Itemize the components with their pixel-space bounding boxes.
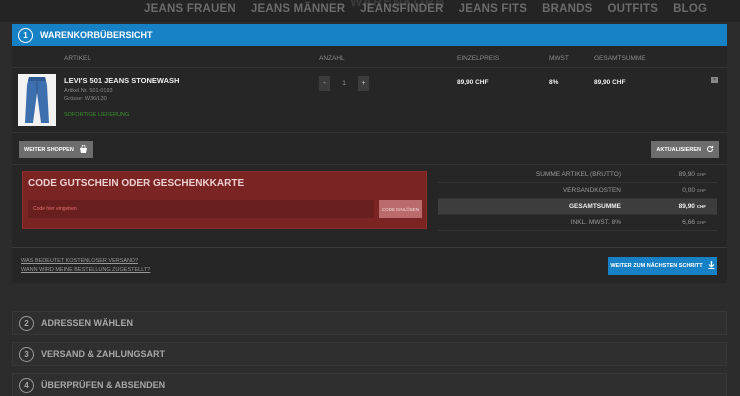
vat-rate: 8% [549, 79, 559, 86]
col-artikel: ARTIKEL [64, 55, 91, 62]
product-size: Grösse: W36/L30 [64, 96, 107, 102]
coupon-code-input[interactable]: Code hier eingeben [28, 200, 374, 218]
step-3-header[interactable]: 3 VERSAND & ZAHLUNGSART [12, 342, 727, 366]
totals-label: SUMME ARTIKEL (BRUTTO) [535, 171, 621, 178]
continue-shopping-label: WEITER SHOPPEN [24, 146, 74, 153]
cart-body: ARTIKEL ANZAHL EINZELPREIS MWST GESAMTSU… [12, 46, 727, 283]
refresh-icon [706, 145, 714, 155]
coupon-title: CODE GUTSCHEIN ODER GESCHENKKARTE [28, 178, 245, 189]
step-2-header[interactable]: 2 ADRESSEN WÄHLEN [12, 311, 727, 335]
continue-shopping-button[interactable]: WEITER SHOPPEN [19, 141, 93, 158]
col-einzelpreis: EINZELPREIS [457, 55, 500, 62]
qty-minus-button[interactable]: - [319, 76, 330, 91]
product-title[interactable]: LEVI'S 501 JEANS STONEWASH [64, 76, 179, 85]
unit-price: 89,90 CHF [457, 79, 489, 86]
totals-label: INKL. MWST. 8% [570, 219, 621, 226]
nav-link-jeansfinder[interactable]: JEANSFINDER [360, 3, 443, 15]
top-navigation: WARENKORB JEANS FRAUEN JEANS MÄNNER JEAN… [0, 0, 740, 22]
step-title: VERSAND & ZAHLUNGSART [41, 349, 166, 359]
update-cart-label: AKTUALISIEREN [656, 146, 701, 153]
step-4-header[interactable]: 4 ÜBERPRÜFEN & ABSENDEN [12, 373, 727, 396]
col-gesamtsumme: GESAMTSUMME [594, 55, 646, 62]
product-article-number: Artikel Nr. 501-0193 [64, 88, 113, 94]
delivery-info-link[interactable]: WANN WIRD MEINE BESTELLUNG ZUGESTELLT? [21, 267, 150, 273]
totals-label: VERSANDKOSTEN [562, 187, 621, 194]
free-shipping-info-link[interactable]: WAS BEDEUTET KOSTENLOSER VERSAND? [21, 258, 138, 264]
step-number: 4 [19, 377, 34, 393]
remove-item-icon[interactable]: × [711, 77, 718, 83]
column-headers: ARTIKEL ANZAHL EINZELPREIS MWST GESAMTSU… [12, 46, 727, 68]
shopping-bag-icon [79, 144, 88, 155]
quantity-stepper: - 1 + [319, 76, 369, 91]
nav-links: JEANS FRAUEN JEANS MÄNNER JEANSFINDER JE… [144, 3, 707, 15]
qty-input[interactable]: 1 [336, 80, 352, 87]
step-title: ADRESSEN WÄHLEN [41, 318, 134, 328]
next-step-button[interactable]: WEITER ZUM NÄCHSTEN SCHRITT [608, 257, 717, 275]
info-row: WAS BEDEUTET KOSTENLOSER VERSAND? WANN W… [12, 247, 727, 283]
step-number: 1 [18, 27, 33, 43]
nav-link-brands[interactable]: BRANDS [542, 3, 592, 15]
redeem-code-button[interactable]: CODE EINLÖSEN [379, 200, 422, 218]
totals-row-subtotal: SUMME ARTIKEL (BRUTTO) 89,90 CHF [438, 167, 717, 183]
download-arrow-icon [708, 261, 715, 271]
nav-link-blog[interactable]: BLOG [673, 3, 707, 15]
step-1-header[interactable]: 1 WARENKORBÜBERSICHT [12, 24, 727, 46]
nav-link-jeans-fits[interactable]: JEANS FITS [459, 3, 527, 15]
product-image[interactable] [18, 74, 56, 126]
step-title: ÜBERPRÜFEN & ABSENDEN [41, 380, 166, 390]
next-step-label: WEITER ZUM NÄCHSTEN SCHRITT [610, 263, 703, 269]
col-mwst: MWST [549, 55, 569, 62]
step-title: WARENKORBÜBERSICHT [40, 30, 153, 40]
update-cart-button[interactable]: AKTUALISIEREN [651, 141, 719, 158]
nav-link-jeans-maenner[interactable]: JEANS MÄNNER [251, 3, 345, 15]
cart-actions: WEITER SHOPPEN AKTUALISIEREN [12, 133, 727, 165]
col-anzahl: ANZAHL [319, 55, 345, 62]
totals-row-shipping: VERSANDKOSTEN 0,00 CHF [438, 183, 717, 199]
totals-row-vat: INKL. MWST. 8% 6,66 CHF [438, 215, 717, 231]
totals-label: GESAMTSUMME [569, 203, 621, 210]
totals-value: 0,00 CHF [682, 187, 706, 194]
totals-value: 6,66 CHF [682, 219, 706, 226]
totals-value: 89,90 CHF [678, 203, 706, 210]
qty-plus-button[interactable]: + [358, 76, 369, 91]
step-number: 3 [19, 346, 34, 362]
coupon-box: CODE GUTSCHEIN ODER GESCHENKKARTE Code h… [22, 171, 427, 229]
totals-value: 89,90 CHF [678, 171, 706, 178]
line-total: 89,90 CHF [594, 79, 626, 86]
totals-row-grand-total: GESAMTSUMME 89,90 CHF [438, 199, 717, 215]
step-cart-overview: 1 WARENKORBÜBERSICHT ARTIKEL ANZAHL EINZ… [12, 24, 727, 283]
cart-summary-area: CODE GUTSCHEIN ODER GESCHENKKARTE Code h… [12, 165, 727, 247]
step-number: 2 [19, 315, 34, 331]
totals-table: SUMME ARTIKEL (BRUTTO) 89,90 CHF VERSAND… [438, 167, 717, 232]
stock-status: SOFORTIGE LIEFERUNG [64, 112, 130, 118]
nav-link-jeans-frauen[interactable]: JEANS FRAUEN [144, 3, 236, 15]
cart-item-row: LEVI'S 501 JEANS STONEWASH Artikel Nr. 5… [12, 68, 727, 133]
nav-link-outfits[interactable]: OUTFITS [608, 3, 659, 15]
